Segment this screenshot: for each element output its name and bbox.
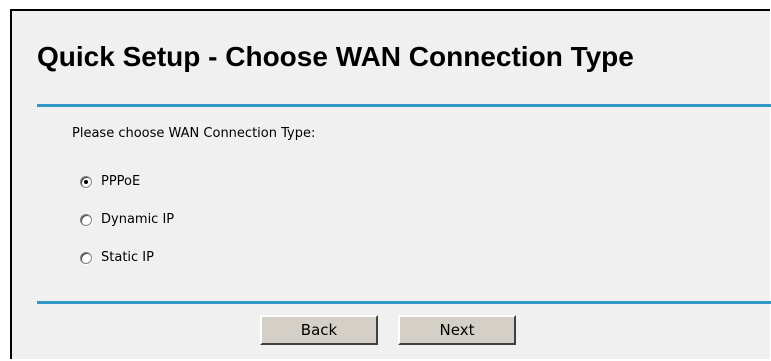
divider-top — [37, 104, 771, 107]
radio-button-unchecked[interactable] — [80, 251, 92, 264]
radio-button-unchecked[interactable] — [80, 213, 92, 226]
radio-label-pppoe: PPPoE — [101, 174, 141, 189]
radio-option-pppoe[interactable]: PPPoE — [80, 174, 140, 189]
radio-label-dynamic-ip: Dynamic IP — [101, 212, 175, 227]
back-button[interactable]: Back — [260, 315, 378, 345]
radio-option-static-ip[interactable]: Static IP — [80, 250, 154, 265]
page-title: Quick Setup - Choose WAN Connection Type — [37, 41, 634, 72]
radio-option-dynamic-ip[interactable]: Dynamic IP — [80, 212, 174, 227]
connection-type-prompt: Please choose WAN Connection Type: — [72, 126, 316, 141]
radio-label-static-ip: Static IP — [101, 250, 154, 265]
next-button[interactable]: Next — [398, 315, 516, 345]
setup-panel: Quick Setup - Choose WAN Connection Type… — [10, 9, 771, 359]
radio-button-checked[interactable] — [80, 175, 92, 188]
divider-bottom — [37, 301, 771, 304]
